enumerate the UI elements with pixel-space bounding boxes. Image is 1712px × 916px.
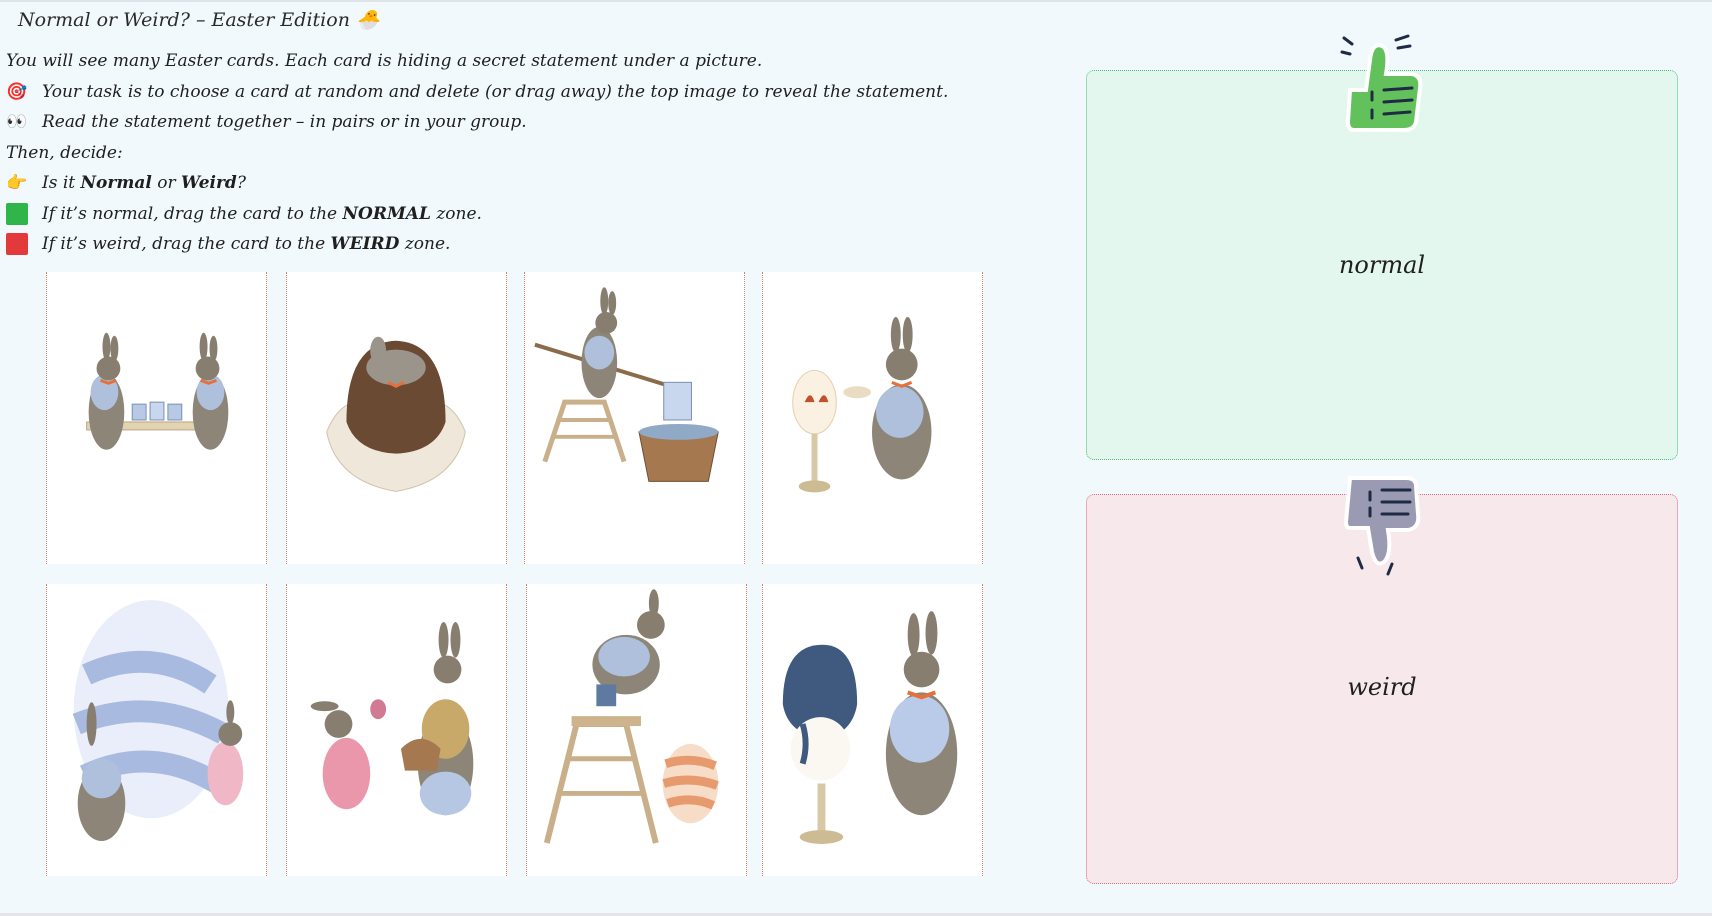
instruction-text: You will see many Easter cards. Each car… bbox=[6, 51, 763, 71]
card-7[interactable] bbox=[526, 584, 747, 876]
instructions: You will see many Easter cards. Each car… bbox=[6, 46, 1006, 260]
card-3[interactable] bbox=[524, 272, 745, 564]
instruction-line-7: If it’s weird, drag the card to the WEIR… bbox=[6, 229, 1006, 260]
card-5[interactable] bbox=[46, 584, 267, 876]
red-square-icon bbox=[6, 233, 36, 256]
instruction-line-4: Then, decide: bbox=[6, 138, 1006, 169]
instruction-line-1: You will see many Easter cards. Each car… bbox=[6, 46, 1006, 77]
bunny-in-chocolate-egg-image bbox=[326, 336, 466, 492]
card-6[interactable] bbox=[286, 584, 507, 876]
normal-zone-label: normal bbox=[1338, 251, 1426, 279]
instruction-text: If it’s weird, drag the card to the WEIR… bbox=[42, 234, 451, 254]
top-border bbox=[0, 0, 1712, 2]
weird-zone-label: weird bbox=[1347, 673, 1417, 701]
green-square-icon bbox=[6, 202, 36, 225]
card-8[interactable] bbox=[762, 584, 983, 876]
bunnies-basket-exchange-image bbox=[310, 621, 474, 816]
emoji-icon: 👀 bbox=[6, 112, 28, 132]
instruction-line-6: If it’s normal, drag the card to the NOR… bbox=[6, 199, 1006, 230]
emoji-icon: 🎯 bbox=[6, 81, 28, 102]
instruction-text: Your task is to choose a card at random … bbox=[42, 81, 949, 102]
card-2[interactable] bbox=[286, 272, 507, 564]
bunny-striped-giant-egg-image bbox=[72, 600, 244, 841]
instruction-text: If it’s normal, drag the card to the NOR… bbox=[42, 203, 482, 224]
thumbs-down-icon bbox=[1336, 472, 1436, 582]
instruction-line-2: 🎯 Your task is to choose a card at random… bbox=[6, 77, 1006, 108]
instruction-line-5: 👉 Is it Normal or Weird? bbox=[6, 168, 1006, 199]
bunny-pouring-paint-egg-image bbox=[782, 611, 958, 844]
page-title: Normal or Weird? – Easter Edition 🐣 bbox=[18, 9, 380, 31]
bunny-on-ladder-dipping-image bbox=[534, 287, 719, 482]
bunny-painting-egg-image bbox=[792, 316, 932, 493]
bunnies-carrying-pots-image bbox=[86, 332, 229, 450]
card-4[interactable] bbox=[762, 272, 983, 564]
instruction-line-3: 👀 Read the statement together – in pairs … bbox=[6, 107, 1006, 138]
instruction-text: Read the statement together – in pairs o… bbox=[42, 112, 527, 132]
bunny-ladder-striped-egg-image bbox=[543, 589, 719, 844]
thumbs-up-icon bbox=[1336, 30, 1436, 140]
instruction-text: Then, decide: bbox=[6, 142, 123, 163]
instruction-text: Is it Normal or Weird? bbox=[42, 173, 246, 193]
emoji-icon: 👉 bbox=[6, 173, 28, 193]
card-1[interactable] bbox=[46, 272, 267, 564]
